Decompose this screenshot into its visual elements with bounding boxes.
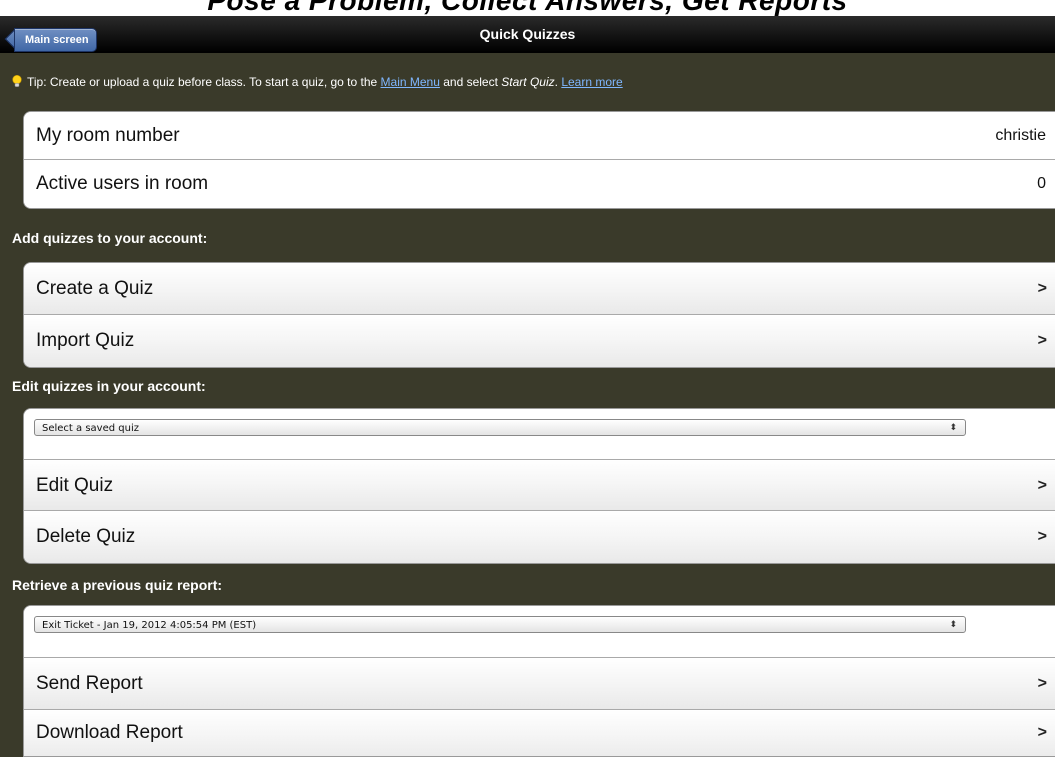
caption-text: Pose a Problem, Collect Answers, Get Rep…	[207, 0, 848, 16]
add-section-header: Add quizzes to your account:	[12, 230, 208, 246]
learn-more-link[interactable]: Learn more	[561, 75, 622, 89]
room-number-label: My room number	[36, 125, 180, 146]
chevron-right-icon: >	[1037, 675, 1047, 692]
edit-quiz-label: Edit Quiz	[36, 475, 114, 496]
add-quizzes-group: Create a Quiz > Import Quiz >	[23, 262, 1055, 368]
start-quiz-text: Start Quiz	[501, 75, 555, 89]
active-users-value: 0	[1037, 175, 1046, 192]
navigation-bar: Main screen Quick Quizzes	[0, 16, 1055, 53]
send-report-row[interactable]: Send Report >	[24, 658, 1055, 710]
report-section-header: Retrieve a previous quiz report:	[12, 577, 223, 593]
reports-group: Exit Ticket - Jan 19, 2012 4:05:54 PM (E…	[23, 605, 1055, 757]
delete-quiz-row[interactable]: Delete Quiz >	[24, 511, 1055, 563]
edit-section-header: Edit quizzes in your account:	[12, 378, 206, 394]
create-quiz-row[interactable]: Create a Quiz >	[24, 263, 1055, 315]
download-report-row[interactable]: Download Report >	[24, 710, 1055, 756]
chevron-right-icon: >	[1037, 477, 1047, 494]
tip-prefix: Tip: Create or upload a quiz before clas…	[27, 75, 381, 89]
top-caption: Pose a Problem, Collect Answers, Get Rep…	[0, 0, 1055, 16]
saved-quiz-select[interactable]: Select a saved quiz ⬍	[34, 419, 966, 436]
download-report-label: Download Report	[36, 722, 183, 743]
tip-middle: and select	[439, 75, 502, 89]
create-quiz-label: Create a Quiz	[36, 278, 154, 299]
select-arrows-icon: ⬍	[949, 620, 957, 630]
report-select-row: Exit Ticket - Jan 19, 2012 4:05:54 PM (E…	[24, 606, 1055, 658]
edit-quiz-row[interactable]: Edit Quiz >	[24, 460, 1055, 511]
room-number-value: christie	[995, 127, 1046, 144]
chevron-right-icon: >	[1037, 332, 1047, 349]
tip-bar: Tip: Create or upload a quiz before clas…	[12, 73, 623, 89]
import-quiz-label: Import Quiz	[36, 330, 135, 351]
saved-quiz-select-row: Select a saved quiz ⬍	[24, 409, 1055, 460]
saved-quiz-select-value: Select a saved quiz	[42, 423, 139, 434]
active-users-label: Active users in room	[36, 173, 209, 194]
chevron-right-icon: >	[1037, 724, 1047, 741]
chevron-right-icon: >	[1037, 280, 1047, 297]
report-select[interactable]: Exit Ticket - Jan 19, 2012 4:05:54 PM (E…	[34, 616, 966, 633]
active-users-row: Active users in room 0	[24, 160, 1055, 208]
room-number-row: My room number christie	[24, 112, 1055, 160]
main-screen-back-button[interactable]: Main screen	[14, 28, 97, 52]
main-menu-link[interactable]: Main Menu	[381, 75, 440, 89]
send-report-label: Send Report	[36, 673, 143, 694]
back-button-wrap: Main screen	[8, 16, 97, 52]
delete-quiz-label: Delete Quiz	[36, 526, 136, 547]
report-select-value: Exit Ticket - Jan 19, 2012 4:05:54 PM (E…	[42, 620, 257, 631]
select-arrows-icon: ⬍	[949, 423, 957, 433]
page-title: Quick Quizzes	[479, 26, 576, 42]
chevron-right-icon: >	[1037, 528, 1047, 545]
edit-quizzes-group: Select a saved quiz ⬍ Edit Quiz > Delete…	[23, 408, 1055, 564]
lightbulb-icon	[12, 74, 22, 88]
import-quiz-row[interactable]: Import Quiz >	[24, 315, 1055, 367]
room-info-group: My room number christie Active users in …	[23, 111, 1055, 209]
